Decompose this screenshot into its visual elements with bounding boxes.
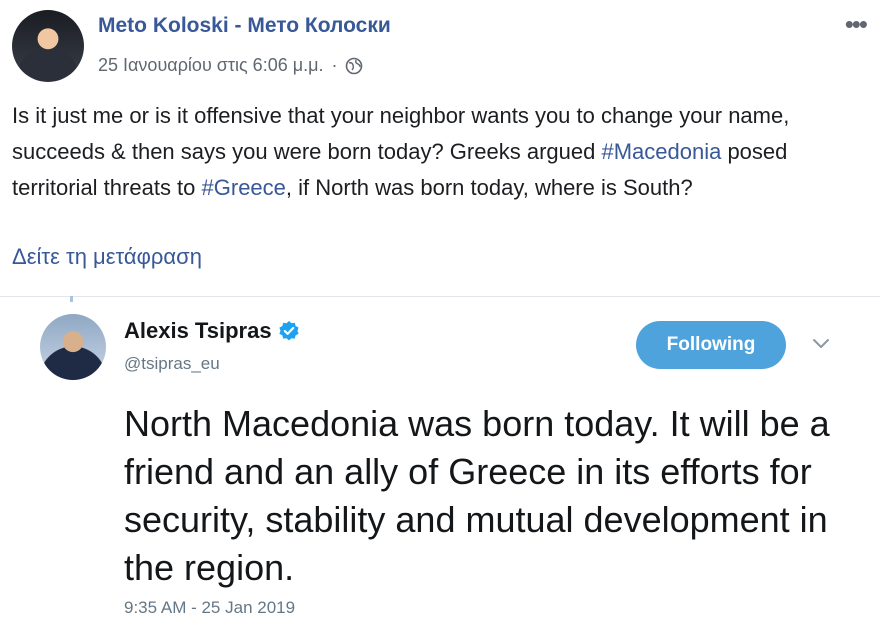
hashtag-greece[interactable]: #Greece (202, 175, 286, 200)
tweet-text: North Macedonia was born today. It will … (124, 403, 830, 588)
meta-separator: · (331, 55, 338, 75)
hashtag-macedonia[interactable]: #Macedonia (601, 139, 721, 164)
tweet-author-avatar[interactable] (40, 314, 106, 380)
see-translation-link[interactable]: Δείτε τη μετάφραση (12, 244, 202, 270)
post-meta: 25 Ιανουαρίου στις 6:06 μ.μ. · (98, 55, 363, 76)
divider (0, 296, 880, 297)
verified-icon (278, 321, 299, 341)
author-name[interactable]: Meto Koloski - Мето Колоски (98, 14, 391, 38)
divider-tick (70, 296, 73, 302)
more-icon[interactable]: ••• (845, 11, 868, 37)
tweet-author-name[interactable]: Alexis Tsipras (124, 318, 272, 344)
following-button[interactable]: Following (636, 321, 786, 369)
tweet-timestamp[interactable]: 9:35 AM - 25 Jan 2019 (124, 598, 295, 618)
post-text-part: , if North was born today, where is Sout… (285, 175, 693, 200)
tweet-author[interactable]: Alexis Tsipras (124, 318, 300, 344)
author-avatar[interactable] (12, 10, 84, 82)
post-text: Is it just me or is it offensive that yo… (12, 98, 862, 206)
post-timestamp[interactable]: 25 Ιανουαρίου στις 6:06 μ.μ. (98, 55, 323, 76)
tweet-handle[interactable]: @tsipras_eu (124, 354, 220, 374)
chevron-down-icon[interactable] (812, 338, 830, 350)
globe-icon[interactable] (345, 57, 363, 75)
